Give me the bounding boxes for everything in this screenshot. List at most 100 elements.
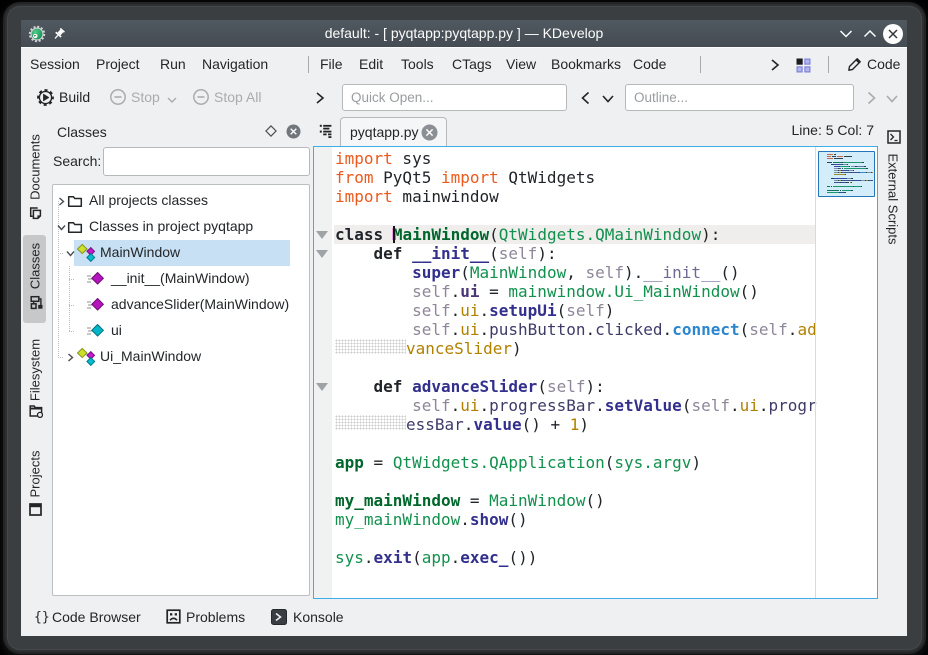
menu-session[interactable]: Session xyxy=(30,48,80,81)
code-token-txt: ) xyxy=(512,339,522,358)
toolbar-expand-icon[interactable] xyxy=(313,89,327,107)
terminal-icon[interactable] xyxy=(887,130,901,144)
menu-tools[interactable]: Tools xyxy=(401,48,434,81)
code-token-txt: . xyxy=(451,320,461,339)
tab-label: pyqtapp.py xyxy=(350,124,419,140)
maximize-button[interactable] xyxy=(862,27,882,47)
area-switcher-icon[interactable] xyxy=(796,58,811,73)
code-line: super(MainWindow, self).__init__() xyxy=(335,263,740,282)
chevron-right-icon[interactable] xyxy=(65,352,76,363)
close-panel-icon[interactable] xyxy=(286,124,301,139)
code-token-mem: ad xyxy=(797,320,816,339)
menu-project[interactable]: Project xyxy=(96,48,140,81)
menu-navigation[interactable]: Navigation xyxy=(202,48,268,81)
code-token-self: self xyxy=(547,377,586,396)
main-toolbar: Build Stop Stop All xyxy=(21,80,907,116)
code-token-txt: () xyxy=(720,263,739,282)
code-token-txt: . xyxy=(595,396,605,415)
classes-tree: All projects classesClasses in project p… xyxy=(52,184,310,596)
tab-pyqtapp[interactable]: pyqtapp.py xyxy=(340,117,447,146)
projects-icon[interactable] xyxy=(29,503,42,516)
sidebar-item-documents[interactable]: Documents xyxy=(27,134,42,200)
menu-ctags[interactable]: CTags xyxy=(452,48,492,81)
build-button[interactable]: Build xyxy=(59,89,90,105)
code-token-txt: ( xyxy=(489,244,499,263)
classes-icon[interactable] xyxy=(28,295,43,310)
chevron-right-icon[interactable] xyxy=(56,196,67,207)
code-token-txt: QtWidgets xyxy=(499,168,595,187)
menu-run[interactable]: Run xyxy=(160,48,186,81)
tree-item-mainwindow[interactable]: MainWindow xyxy=(53,240,309,266)
menu-edit[interactable]: Edit xyxy=(359,48,383,81)
menu-file[interactable]: File xyxy=(320,48,343,81)
documents-icon[interactable] xyxy=(29,207,42,220)
code-token-txt: () + xyxy=(522,415,570,434)
float-panel-icon[interactable] xyxy=(265,125,277,137)
menu-bookmarks[interactable]: Bookmarks xyxy=(551,48,621,81)
tree-item-classes-in-project-pyqtapp[interactable]: Classes in project pyqtapp xyxy=(53,214,309,240)
code-token-txt: ( xyxy=(682,396,692,415)
code-line: essBar.value() + 1) xyxy=(335,415,589,434)
tree-item-label: ui xyxy=(111,322,122,338)
code-token-txt: = xyxy=(460,491,489,510)
tree-item-all-projects-classes[interactable]: All projects classes xyxy=(53,188,309,214)
code-token-cls: MainWindow xyxy=(470,263,566,282)
code-token-txt: ( xyxy=(557,301,567,320)
code-token-txt: ( xyxy=(412,548,422,567)
menu-code[interactable]: Code xyxy=(633,48,666,81)
menu-view[interactable]: View xyxy=(506,48,536,81)
chevron-down-icon[interactable] xyxy=(56,222,67,233)
titlebar[interactable]: default: - [ pyqtapp:pyqtapp.py ] — KDev… xyxy=(21,20,907,47)
code-editor[interactable]: import sysfrom PyQt5 import QtWidgetsimp… xyxy=(313,146,878,599)
stop-button[interactable]: Stop xyxy=(131,89,160,105)
code-token-clsdef: my_mainWindow xyxy=(335,491,460,510)
code-token-mem: ui xyxy=(460,301,479,320)
wrap-indent-marker xyxy=(335,339,406,354)
line-col-indicator: Line: 5 Col: 7 xyxy=(792,122,875,138)
code-token-txt: . xyxy=(585,320,595,339)
code-area-button[interactable]: Code xyxy=(867,48,900,81)
minimap-viewport[interactable] xyxy=(818,151,875,197)
stop-dropdown-icon[interactable] xyxy=(166,96,178,104)
tree-item-ui-mainwindow[interactable]: Ui_MainWindow xyxy=(53,344,309,370)
sidebar-item-classes[interactable]: Classes xyxy=(27,243,42,289)
konsole-button[interactable]: Konsole xyxy=(293,609,344,625)
chevron-down-icon[interactable] xyxy=(65,248,76,259)
code-token-txt: . xyxy=(451,548,461,567)
code-token-txt: ()) xyxy=(508,548,537,567)
document-list-icon[interactable] xyxy=(319,124,333,138)
window-title: default: - [ pyqtapp:pyqtapp.py ] — KDev… xyxy=(21,20,907,47)
tab-close-icon[interactable] xyxy=(421,124,438,141)
quick-open-input[interactable] xyxy=(342,84,567,111)
nav-back-dropdown-icon[interactable] xyxy=(600,93,616,105)
problems-button[interactable]: Problems xyxy=(186,609,245,625)
stop-all-button[interactable]: Stop All xyxy=(214,89,261,105)
code-token-self: self xyxy=(412,282,451,301)
sidebar-item-external-scripts[interactable]: External Scripts xyxy=(886,153,901,244)
minimize-button[interactable] xyxy=(838,27,858,47)
outline-input[interactable] xyxy=(625,84,854,111)
fold-marker-icon[interactable] xyxy=(316,383,328,391)
code-token-num: 1 xyxy=(570,415,580,434)
fold-marker-icon[interactable] xyxy=(316,231,328,239)
filesystem-icon[interactable] xyxy=(29,404,43,418)
tree-item-advanceslider-mainwindow-[interactable]: advanceSlider(MainWindow) xyxy=(53,292,309,318)
code-browser-button[interactable]: Code Browser xyxy=(52,609,141,625)
code-text-area[interactable]: import sysfrom PyQt5 import QtWidgetsimp… xyxy=(314,147,877,598)
code-token-txt xyxy=(402,244,412,263)
code-token-self: self xyxy=(412,396,451,415)
nav-forward-dropdown-icon[interactable] xyxy=(884,93,900,105)
search-input[interactable] xyxy=(103,147,310,176)
sidebar-item-filesystem[interactable]: Filesystem xyxy=(27,339,42,401)
sidebar-item-projects[interactable]: Projects xyxy=(27,450,42,497)
konsole-icon xyxy=(271,609,287,625)
menubar-overflow-icon[interactable] xyxy=(768,56,782,74)
tree-item--init-mainwindow-[interactable]: __init__(MainWindow) xyxy=(53,266,309,292)
fold-marker-icon[interactable] xyxy=(316,250,328,258)
nav-forward-icon[interactable] xyxy=(863,90,879,106)
code-token-txt: . xyxy=(464,415,474,434)
close-button[interactable] xyxy=(883,24,903,44)
stop-all-icon xyxy=(192,88,210,106)
tree-item-ui[interactable]: ui xyxy=(53,318,309,344)
nav-back-icon[interactable] xyxy=(578,90,594,106)
